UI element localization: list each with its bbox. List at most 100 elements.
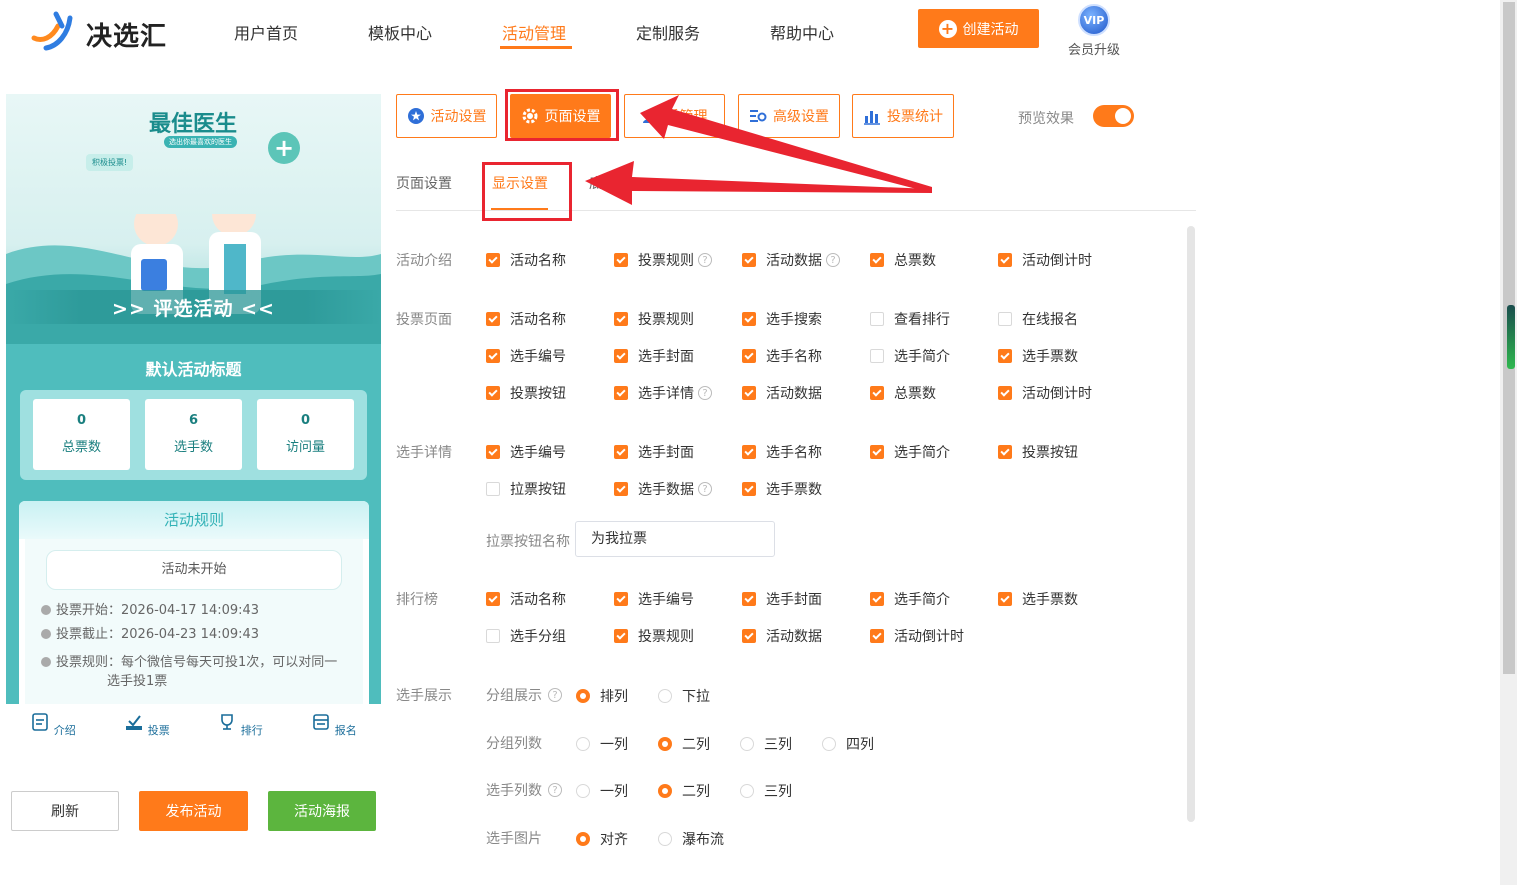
checkbox-player-detail[interactable]: 选手简介 — [870, 442, 950, 462]
help-icon[interactable]: ? — [548, 688, 562, 702]
checkbox-ranking[interactable]: 选手分组 — [486, 626, 566, 646]
display-row-text: 选手图片 — [486, 831, 542, 847]
radio-option[interactable]: 二列 — [658, 781, 710, 801]
phone-tab-intro[interactable]: 介绍 — [23, 712, 83, 738]
check-icon — [1000, 445, 1010, 456]
settings-scrollbar[interactable] — [1187, 226, 1195, 822]
checkbox-player-detail[interactable]: 选手名称 — [742, 442, 822, 462]
help-icon[interactable]: ? — [698, 386, 712, 400]
checkbox-intro[interactable]: 投票规则? — [614, 250, 712, 270]
checkbox-vote-page[interactable]: 选手详情? — [614, 383, 712, 403]
check-icon — [1000, 349, 1010, 360]
rule-text: 投票开始：2026-04-17 14:09:43 — [56, 603, 260, 618]
radio-option[interactable]: 排列 — [576, 686, 628, 706]
checkbox-vote-page[interactable]: 选手票数 — [998, 346, 1078, 366]
subtab-page-settings[interactable]: 页面设置 — [396, 173, 452, 193]
radio-option[interactable]: 三列 — [740, 734, 792, 754]
checkbox-vote-page[interactable]: 选手搜索 — [742, 309, 822, 329]
checkbox-checked-icon — [742, 445, 756, 459]
users-icon — [642, 107, 660, 125]
checkbox-vote-page[interactable]: 选手名称 — [742, 346, 822, 366]
checkbox-intro[interactable]: 活动名称 — [486, 250, 566, 270]
radio-option[interactable]: 瀑布流 — [658, 829, 724, 849]
highlight-box-display-settings — [482, 162, 572, 221]
radio-option[interactable]: 二列 — [658, 734, 710, 754]
checkbox-ranking[interactable]: 活动倒计时 — [870, 626, 964, 646]
checkbox-label: 投票规则 — [638, 253, 694, 269]
checkbox-intro[interactable]: 活动倒计时 — [998, 250, 1092, 270]
tab-player-manage[interactable]: 手管理 — [624, 94, 725, 138]
checkbox-vote-page[interactable]: 总票数 — [870, 383, 936, 403]
checkbox-player-detail[interactable]: 选手封面 — [614, 442, 694, 462]
checkbox-vote-page[interactable]: 选手编号 — [486, 346, 566, 366]
rules-body: 活动未开始 投票开始：2026-04-17 14:09:43 投票截止：2026… — [25, 539, 363, 704]
nav-custom-service[interactable]: 定制服务 — [636, 20, 700, 44]
phone-tab-signup[interactable]: 报名 — [304, 712, 364, 738]
help-icon[interactable]: ? — [826, 253, 840, 267]
vip-upgrade[interactable]: VIP 会员升级 — [1066, 4, 1122, 58]
help-icon[interactable]: ? — [548, 783, 562, 797]
stat-total-votes: 0 总票数 — [33, 399, 130, 470]
checkbox-player-detail[interactable]: 拉票按钮 — [486, 479, 566, 499]
checkbox-ranking[interactable]: 活动数据 — [742, 626, 822, 646]
nav-home[interactable]: 用户首页 — [234, 20, 298, 44]
radio-option[interactable]: 对齐 — [576, 829, 628, 849]
activity-poster-button[interactable]: 活动海报 — [268, 791, 376, 831]
checkbox-player-detail[interactable]: 选手数据? — [614, 479, 712, 499]
checkbox-unchecked-icon — [870, 349, 884, 363]
nav-activity-manage[interactable]: 活动管理 — [502, 20, 566, 44]
checkbox-vote-page[interactable]: 投票规则 — [614, 309, 694, 329]
radio-label: 二列 — [682, 784, 710, 800]
help-icon[interactable]: ? — [698, 482, 712, 496]
checkbox-checked-icon — [614, 629, 628, 643]
phone-tab-vote[interactable]: 投票 — [117, 712, 177, 738]
radio-option[interactable]: 一列 — [576, 734, 628, 754]
canvass-name-input[interactable]: 为我拉票 — [575, 521, 775, 557]
checkbox-vote-page[interactable]: 活动倒计时 — [998, 383, 1092, 403]
nav-templates[interactable]: 模板中心 — [368, 20, 432, 44]
checkbox-vote-page[interactable]: 活动名称 — [486, 309, 566, 329]
create-activity-button[interactable]: + 创建活动 — [918, 9, 1039, 48]
stat-value: 0 — [76, 413, 87, 428]
checkbox-ranking[interactable]: 投票规则 — [614, 626, 694, 646]
checkbox-player-detail[interactable]: 选手编号 — [486, 442, 566, 462]
brand-logo[interactable]: 决选汇 — [26, 8, 186, 52]
tab-vote-stats[interactable]: 投票统计 — [852, 94, 954, 138]
checkbox-ranking[interactable]: 活动名称 — [486, 589, 566, 609]
stat-visits: 0 访问量 — [257, 399, 354, 470]
radio-option[interactable]: 四列 — [822, 734, 874, 754]
checkbox-ranking[interactable]: 选手简介 — [870, 589, 950, 609]
checkbox-vote-page[interactable]: 选手封面 — [614, 346, 694, 366]
checkbox-ranking[interactable]: 选手封面 — [742, 589, 822, 609]
checkbox-ranking[interactable]: 选手票数 — [998, 589, 1078, 609]
checkbox-label: 在线报名 — [1022, 312, 1078, 328]
checkbox-intro[interactable]: 总票数 — [870, 250, 936, 270]
checkbox-intro[interactable]: 活动数据? — [742, 250, 840, 270]
checkbox-vote-page[interactable]: 查看排行 — [870, 309, 950, 329]
subtab-bottom[interactable]: 底 — [589, 173, 603, 193]
tab-activity-settings[interactable]: 活动设置 — [396, 94, 497, 138]
checkbox-player-detail[interactable]: 选手票数 — [742, 479, 822, 499]
checkbox-vote-page[interactable]: 活动数据 — [742, 383, 822, 403]
phone-tab-ranking[interactable]: 排行 — [210, 712, 270, 738]
nav-help[interactable]: 帮助中心 — [770, 20, 834, 44]
checkbox-player-detail[interactable]: 投票按钮 — [998, 442, 1078, 462]
trophy-icon — [221, 714, 234, 730]
checkbox-label: 活动名称 — [510, 253, 566, 269]
preview-effect-toggle[interactable] — [1093, 105, 1134, 127]
refresh-button[interactable]: 刷新 — [11, 791, 119, 831]
checkbox-vote-page[interactable]: 选手简介 — [870, 346, 950, 366]
radio-option[interactable]: 下拉 — [658, 686, 710, 706]
checkbox-ranking[interactable]: 选手编号 — [614, 589, 694, 609]
checkbox-label: 选手封面 — [766, 592, 822, 608]
help-icon[interactable]: ? — [698, 253, 712, 267]
checkbox-vote-page[interactable]: 投票按钮 — [486, 383, 566, 403]
stats-panel: 0 总票数 6 选手数 0 访问量 — [20, 390, 367, 480]
tab-advanced-settings[interactable]: 高级设置 — [738, 94, 840, 138]
checkbox-vote-page[interactable]: 在线报名 — [998, 309, 1078, 329]
radio-option[interactable]: 三列 — [740, 781, 792, 801]
check-icon — [616, 312, 626, 323]
radio-option[interactable]: 一列 — [576, 781, 628, 801]
app-window: 决选汇 用户首页 模板中心 活动管理 定制服务 帮助中心 + 创建活动 VIP … — [0, 0, 1517, 885]
publish-activity-button[interactable]: 发布活动 — [139, 791, 248, 831]
